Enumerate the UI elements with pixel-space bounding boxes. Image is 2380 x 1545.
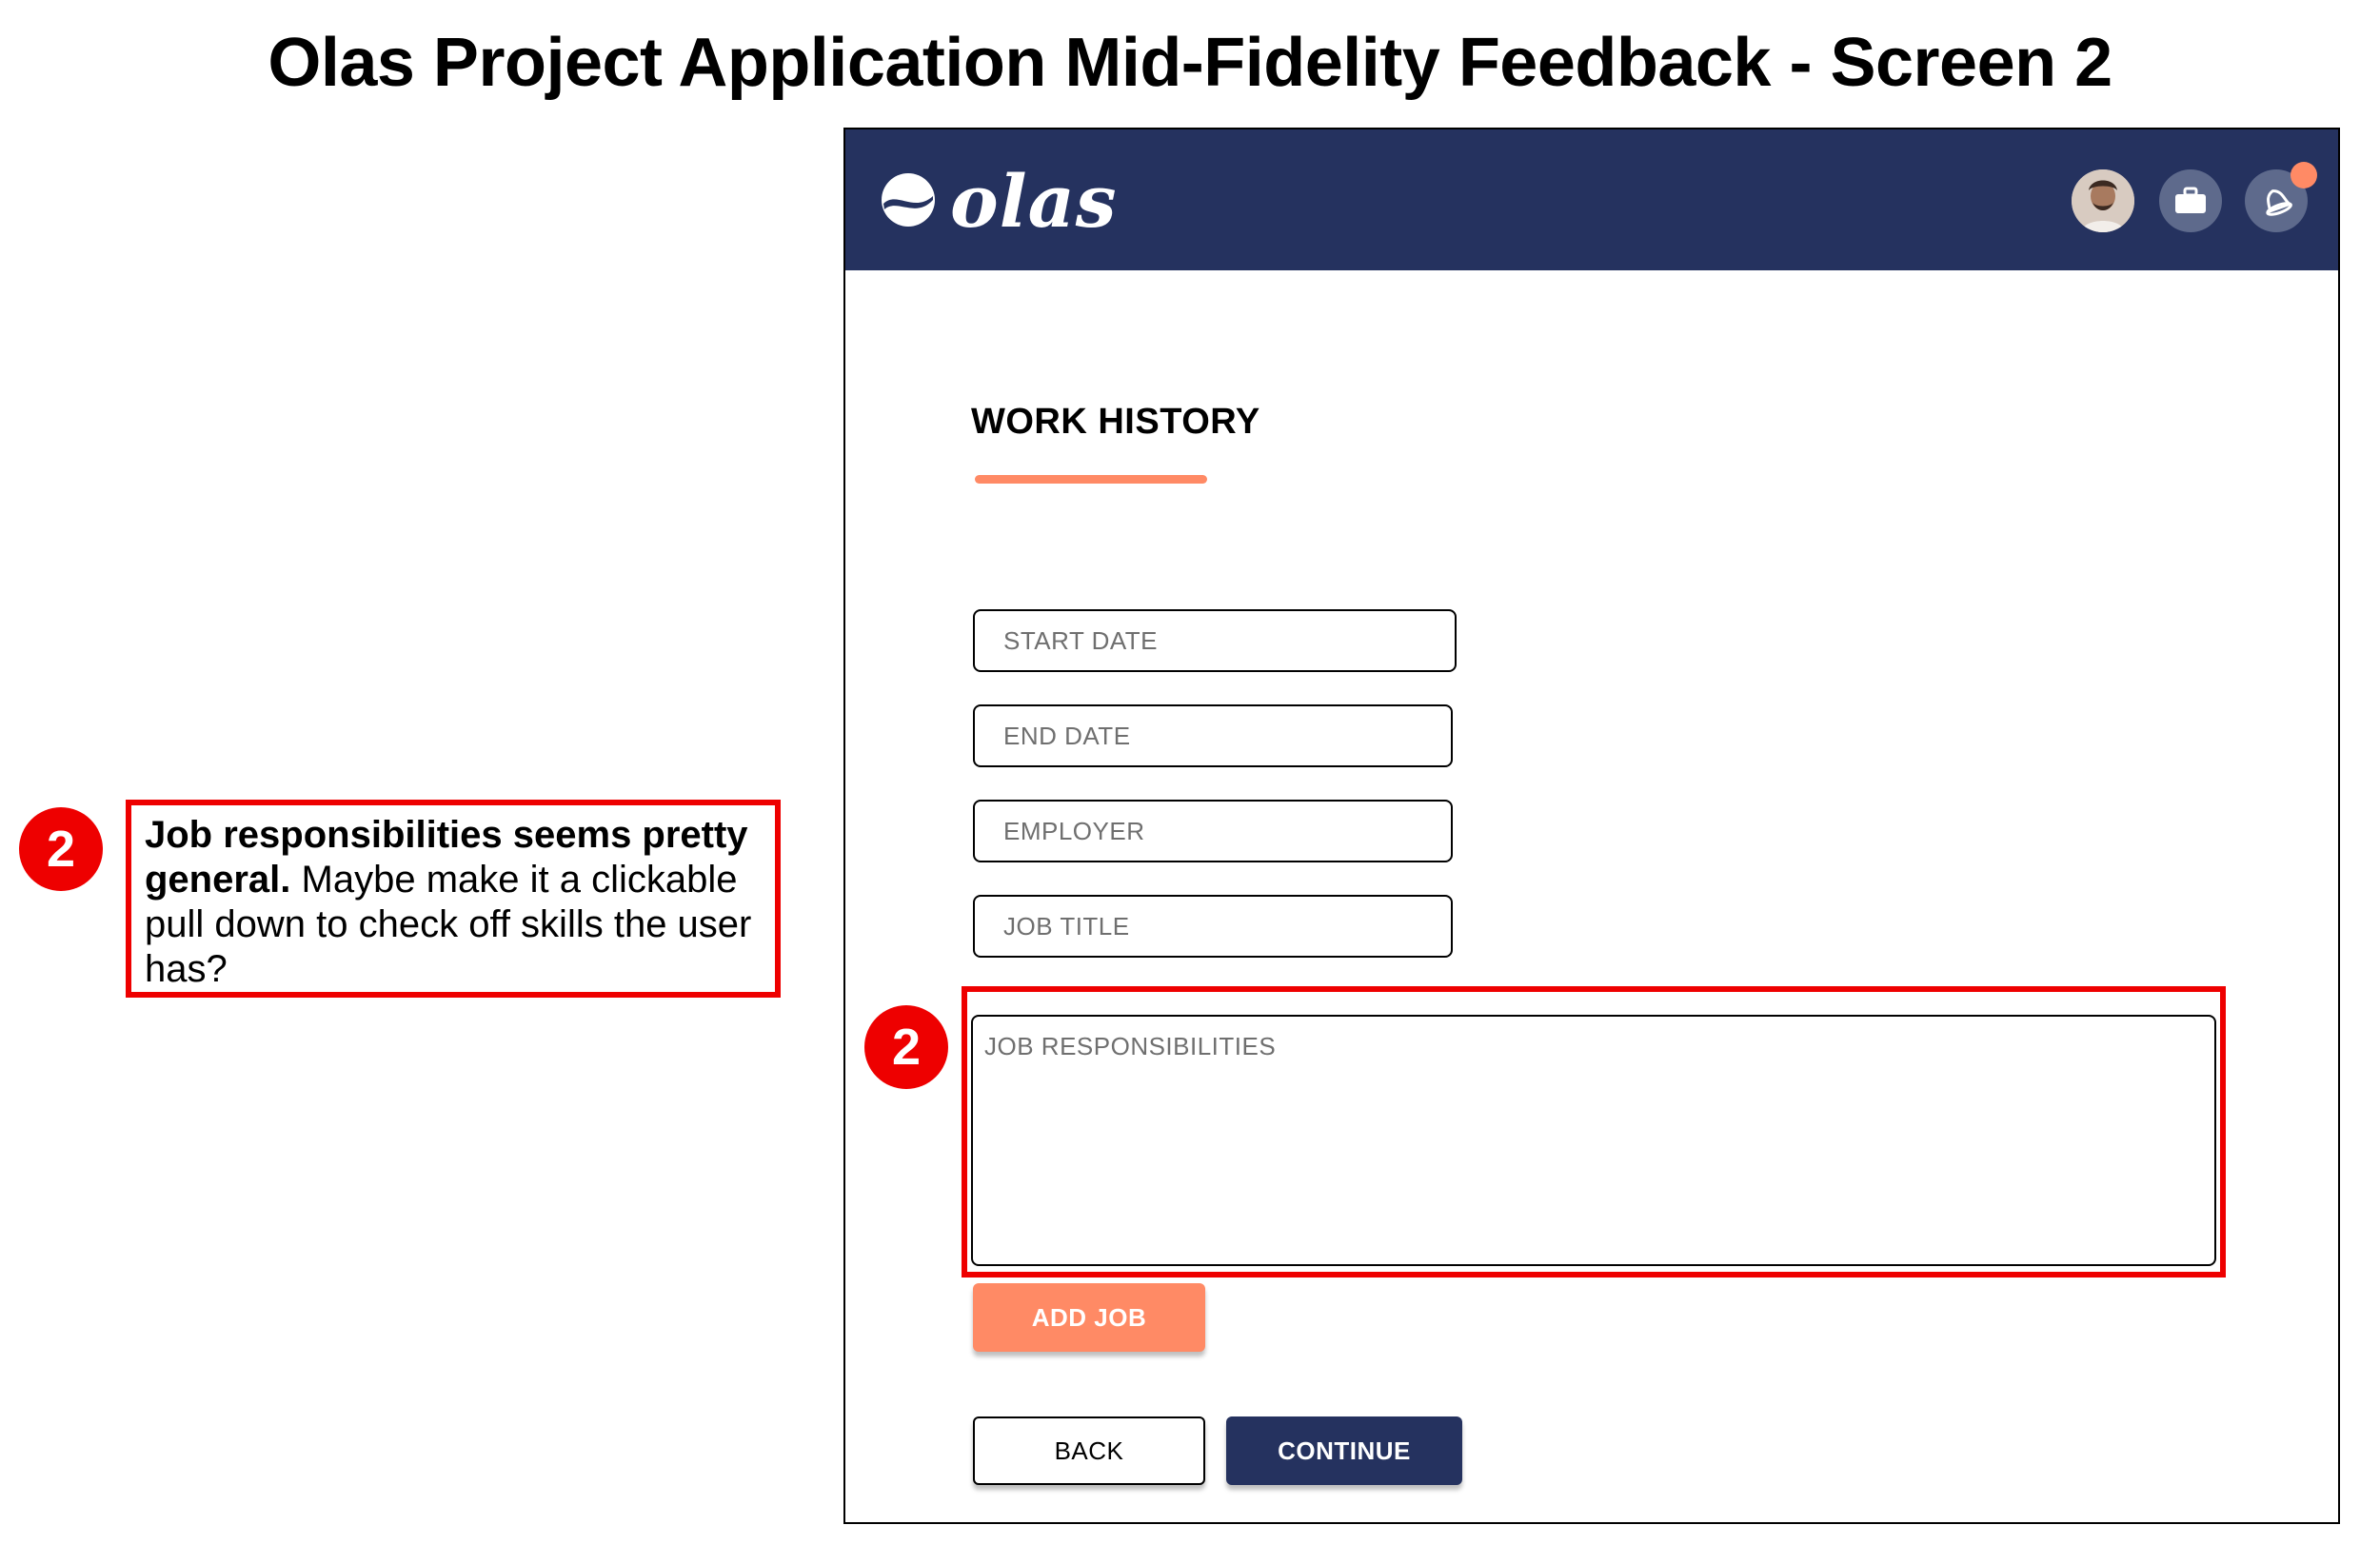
section-title: WORK HISTORY bbox=[971, 402, 1260, 442]
bell-icon[interactable] bbox=[2245, 162, 2317, 232]
wave-logo-icon bbox=[880, 171, 937, 233]
job-title-field[interactable] bbox=[973, 895, 1453, 958]
notification-dot bbox=[2291, 162, 2317, 188]
start-date-field[interactable] bbox=[973, 609, 1457, 672]
annotation-number-badge: 2 bbox=[19, 807, 103, 891]
back-button[interactable]: BACK bbox=[973, 1416, 1205, 1485]
end-date-field[interactable] bbox=[973, 704, 1453, 767]
user-avatar[interactable] bbox=[2072, 169, 2134, 232]
section-underline bbox=[975, 475, 1207, 484]
employer-field[interactable] bbox=[973, 800, 1453, 862]
field-annotation-badge: 2 bbox=[864, 1005, 948, 1089]
logo-text: olas bbox=[950, 159, 1118, 244]
page-title: Olas Project Application Mid-Fidelity Fe… bbox=[268, 25, 2112, 101]
app-header: olas bbox=[845, 129, 2338, 270]
briefcase-icon[interactable] bbox=[2159, 169, 2222, 232]
continue-button[interactable]: CONTINUE bbox=[1226, 1416, 1462, 1485]
olas-logo[interactable]: olas bbox=[880, 164, 1118, 240]
annotation-note: Job responsibilities seems pretty genera… bbox=[126, 800, 781, 998]
add-job-button[interactable]: ADD JOB bbox=[973, 1283, 1205, 1352]
app-screen: olas WORK HISTORY START DATE END DATE EM… bbox=[843, 128, 2340, 1524]
job-responsibilities-field[interactable] bbox=[971, 1015, 2216, 1266]
